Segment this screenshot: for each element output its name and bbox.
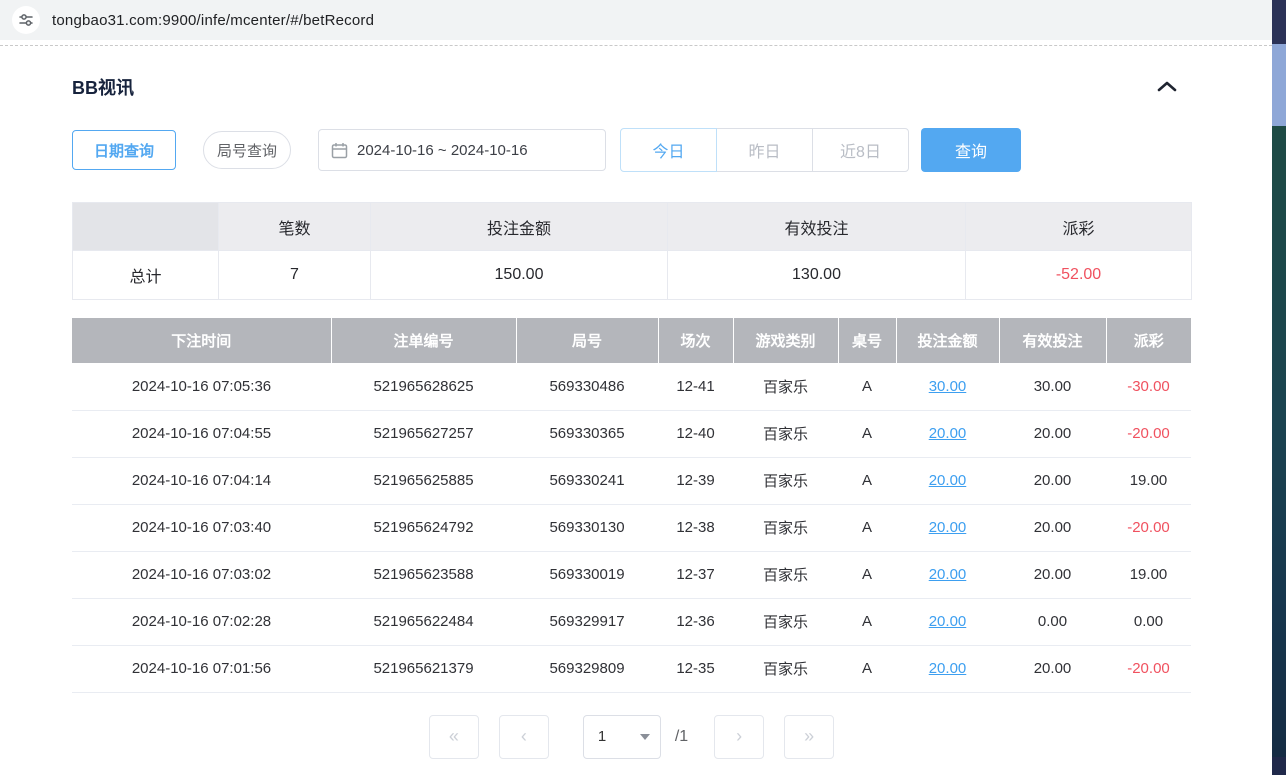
next-page-button[interactable]: › [714,715,764,759]
bet-table-body: 2024-10-16 07:05:36521965628625569330486… [72,363,1191,692]
date-range-value: 2024-10-16 ~ 2024-10-16 [357,142,528,159]
bet-amount-link[interactable]: 30.00 [929,378,967,395]
prev-page-button[interactable]: ‹ [499,715,549,759]
scroll-down-arrow[interactable] [1272,757,1286,775]
bet-record-table: 下注时间 注单编号 局号 场次 游戏类别 桌号 投注金额 有效投注 派彩 202… [72,318,1191,693]
pagination: « ‹ 1 /1 › » [72,715,1191,759]
col-table-no: 桌号 [838,318,896,363]
bet-amount-link[interactable]: 20.00 [929,425,967,442]
quick-date-group: 今日 昨日 近8日 [620,128,909,172]
search-button[interactable]: 查询 [921,128,1021,172]
bet-amount-link[interactable]: 20.00 [929,660,967,677]
table-row: 2024-10-16 07:03:40521965624792569330130… [72,504,1191,551]
collapse-chevron-up-icon[interactable] [1149,76,1185,99]
summary-valid-bet: 130.00 [668,251,966,300]
page-select[interactable]: 1 [583,715,661,759]
col-session: 场次 [658,318,733,363]
table-row: 2024-10-16 07:01:56521965621379569329809… [72,645,1191,692]
scroll-up-arrow[interactable] [1272,0,1286,44]
summary-table: 笔数 投注金额 有效投注 派彩 总计 7 150.00 130.00 -52.0… [72,202,1192,300]
bet-amount-link[interactable]: 20.00 [929,519,967,536]
col-bet-amount: 投注金额 [896,318,999,363]
col-round-id: 局号 [516,318,658,363]
bet-amount-link[interactable]: 20.00 [929,613,967,630]
summary-header-empty [73,203,219,251]
col-order-id: 注单编号 [331,318,516,363]
panel-title: BB视讯 [72,74,134,100]
table-row: 2024-10-16 07:04:14521965625885569330241… [72,457,1191,504]
table-row: 2024-10-16 07:04:55521965627257569330365… [72,410,1191,457]
quick-today-button[interactable]: 今日 [620,128,717,172]
summary-header-payout: 派彩 [966,203,1192,251]
site-settings-icon[interactable] [12,6,40,34]
page-total: /1 [675,728,688,746]
round-query-tab[interactable]: 局号查询 [203,131,291,169]
filter-row: 日期查询 局号查询 2024-10-16 ~ 2024-10-16 今日 昨日 … [72,128,1191,172]
summary-total-row: 总计 7 150.00 130.00 -52.00 [73,251,1192,300]
col-payout: 派彩 [1106,318,1191,363]
panel-header: BB视讯 [72,74,1191,100]
summary-header-row: 笔数 投注金额 有效投注 派彩 [73,203,1192,251]
summary-header-valid-bet: 有效投注 [668,203,966,251]
col-bet-time: 下注时间 [72,318,331,363]
bet-amount-link[interactable]: 20.00 [929,566,967,583]
quick-last8days-button[interactable]: 近8日 [812,128,909,172]
bet-table-header-row: 下注时间 注单编号 局号 场次 游戏类别 桌号 投注金额 有效投注 派彩 [72,318,1191,363]
table-row: 2024-10-16 07:05:36521965628625569330486… [72,363,1191,410]
vertical-scrollbar [1272,0,1286,775]
bet-record-panel: BB视讯 日期查询 局号查询 2024-1 [72,46,1191,759]
page-select-wrap: 1 [583,715,661,759]
summary-total-label: 总计 [73,251,219,300]
summary-header-count: 笔数 [219,203,371,251]
first-page-button[interactable]: « [429,715,479,759]
bet-amount-link[interactable]: 20.00 [929,472,967,489]
url-text[interactable]: tongbao31.com:9900/infe/mcenter/#/betRec… [52,12,374,29]
scrollbar-thumb[interactable] [1272,44,1286,126]
address-bar[interactable]: tongbao31.com:9900/infe/mcenter/#/betRec… [0,0,1272,40]
calendar-icon [331,142,348,159]
browser-window: tongbao31.com:9900/infe/mcenter/#/betRec… [0,0,1286,775]
scrollbar-track[interactable] [1272,126,1286,757]
summary-payout: -52.00 [966,251,1192,300]
date-query-tab[interactable]: 日期查询 [72,130,176,170]
summary-header-bet-amount: 投注金额 [371,203,668,251]
table-row: 2024-10-16 07:02:28521965622484569329917… [72,598,1191,645]
table-row: 2024-10-16 07:03:02521965623588569330019… [72,551,1191,598]
last-page-button[interactable]: » [784,715,834,759]
summary-bet-amount: 150.00 [371,251,668,300]
date-range-picker[interactable]: 2024-10-16 ~ 2024-10-16 [318,129,606,171]
col-valid-bet: 有效投注 [999,318,1106,363]
quick-yesterday-button[interactable]: 昨日 [716,128,813,172]
col-game-type: 游戏类别 [733,318,838,363]
summary-count: 7 [219,251,371,300]
